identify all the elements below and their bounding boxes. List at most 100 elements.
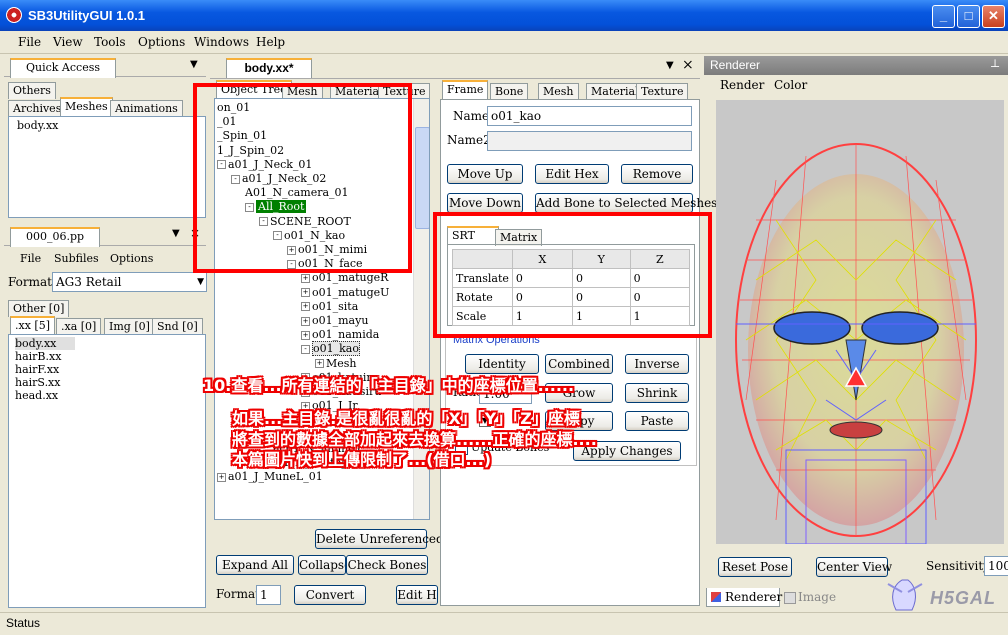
collapse-all-button[interactable]: Collapse bbox=[298, 555, 346, 575]
center-view-button[interactable]: Center View bbox=[816, 557, 892, 577]
image-icon bbox=[784, 592, 796, 604]
pp-menu-options[interactable]: Options bbox=[110, 252, 153, 265]
list-item[interactable]: body.xx bbox=[17, 119, 58, 132]
tree-node[interactable]: + o01_sita bbox=[301, 300, 358, 313]
menu-bar: File View Tools Options Windows Help bbox=[0, 31, 1008, 54]
renderer-menu-render[interactable]: Render bbox=[720, 78, 764, 92]
tree-node[interactable]: + o01_matugeR bbox=[301, 271, 388, 284]
remove-button[interactable]: Remove bbox=[621, 164, 693, 184]
list-item[interactable]: body.xx bbox=[15, 337, 75, 350]
menu-view[interactable]: View bbox=[53, 35, 83, 49]
pp-menu-subfiles[interactable]: Subfiles bbox=[54, 252, 99, 265]
tab-material-right[interactable]: Material bbox=[586, 83, 644, 100]
pp-file-list: body.xx hairB.xx hairF.xx hairS.xx head.… bbox=[8, 334, 206, 608]
highlight-box-tree bbox=[193, 83, 412, 273]
pin-icon[interactable]: ⊥ bbox=[990, 57, 1000, 70]
list-item[interactable]: hairF.xx bbox=[15, 363, 59, 376]
tab-other[interactable]: Other [0] bbox=[8, 300, 70, 317]
tab-img[interactable]: Img [0] bbox=[104, 318, 155, 335]
title-bar: SB3UtilityGUI 1.0.1 _ □ ✕ bbox=[0, 0, 1008, 31]
scrollbar-thumb[interactable] bbox=[415, 127, 429, 229]
menu-tools[interactable]: Tools bbox=[94, 35, 126, 49]
format-label: Format bbox=[8, 275, 52, 289]
delete-unreferenced-button[interactable]: Delete Unreferenced bbox=[315, 529, 444, 549]
move-down-button[interactable]: Move Down bbox=[447, 193, 523, 213]
annotation-line-1: 10.查看...所有連結的「主目錄」中的座標位置...... bbox=[203, 376, 575, 395]
format-select[interactable]: AG3 Retail ▼ bbox=[52, 272, 207, 292]
menu-help[interactable]: Help bbox=[256, 35, 285, 49]
edit-hex-frame-button[interactable]: Edit Hex bbox=[535, 164, 609, 184]
tab-mesh-right[interactable]: Mesh bbox=[538, 83, 579, 100]
close-button[interactable]: ✕ bbox=[982, 5, 1005, 28]
identity-button[interactable]: Identity bbox=[465, 354, 539, 374]
tree-node[interactable]: + a01_J_MuneL_01 bbox=[217, 470, 323, 483]
dropdown-arrow-icon[interactable]: ▼ bbox=[172, 228, 180, 239]
expand-icon[interactable]: + bbox=[301, 273, 310, 283]
tab-snd[interactable]: Snd [0] bbox=[152, 318, 203, 335]
expand-icon[interactable]: + bbox=[301, 316, 310, 326]
list-item[interactable]: hairB.xx bbox=[15, 350, 61, 363]
combined-button[interactable]: Combined bbox=[545, 354, 613, 374]
dropdown-arrow-icon[interactable]: ▼ bbox=[666, 60, 674, 71]
annotation-line-4: 本篇圖片快到上傳限制了...(借口...) bbox=[232, 450, 492, 469]
tree-node[interactable]: + o01_matugeU bbox=[301, 286, 389, 299]
add-bone-button[interactable]: Add Bone to Selected Meshes bbox=[535, 193, 717, 213]
shrink-button[interactable]: Shrink bbox=[625, 383, 689, 403]
tab-image[interactable]: Image bbox=[782, 588, 836, 606]
tab-meshes[interactable]: Meshes bbox=[60, 97, 113, 117]
editor-file-tab[interactable]: body.xx* bbox=[226, 58, 312, 78]
minimize-button[interactable]: _ bbox=[932, 5, 955, 28]
tree-node[interactable]: + o01_namida bbox=[301, 328, 379, 341]
renderer-title: Renderer bbox=[710, 58, 761, 72]
tab-bone[interactable]: Bone bbox=[490, 83, 529, 100]
tree-node-label: o01_matugeR bbox=[312, 271, 389, 285]
tab-xa[interactable]: .xa [0] bbox=[56, 318, 102, 335]
expand-icon[interactable]: + bbox=[301, 330, 310, 340]
watermark-logo: H5GAL bbox=[872, 578, 995, 612]
sensitivity-field[interactable]: 100 bbox=[984, 556, 1008, 576]
expand-all-button[interactable]: Expand All bbox=[216, 555, 294, 575]
pp-panel-header: 000_06.pp ▼ × bbox=[4, 225, 206, 247]
edit-hex-button[interactable]: Edit H bbox=[396, 585, 438, 605]
tree-node[interactable]: + Mesh bbox=[315, 357, 357, 370]
dropdown-arrow-icon[interactable]: ▼ bbox=[190, 59, 198, 70]
quick-access-tab[interactable]: Quick Access bbox=[10, 58, 116, 78]
expand-icon[interactable]: + bbox=[217, 472, 226, 482]
name-label: Name bbox=[453, 109, 490, 123]
menu-options[interactable]: Options bbox=[138, 35, 185, 49]
renderer-menu-color[interactable]: Color bbox=[774, 78, 807, 92]
move-up-button[interactable]: Move Up bbox=[447, 164, 523, 184]
close-icon[interactable]: × bbox=[682, 57, 694, 73]
chevron-down-icon: ▼ bbox=[197, 277, 204, 287]
menu-file[interactable]: File bbox=[18, 35, 41, 49]
name2-field[interactable] bbox=[487, 131, 692, 151]
expand-icon[interactable]: + bbox=[301, 288, 310, 298]
tab-animations[interactable]: Animations bbox=[110, 100, 183, 117]
pp-menu-file[interactable]: File bbox=[20, 252, 41, 265]
tab-xx[interactable]: .xx [5] bbox=[10, 316, 55, 336]
maximize-button[interactable]: □ bbox=[957, 5, 980, 28]
reset-pose-button[interactable]: Reset Pose bbox=[718, 557, 792, 577]
list-item[interactable]: hairS.xx bbox=[15, 376, 60, 389]
tab-others[interactable]: Others bbox=[8, 82, 56, 99]
editor-format-field[interactable]: 1 bbox=[256, 585, 281, 605]
pp-file-tab[interactable]: 000_06.pp bbox=[10, 227, 100, 247]
menu-windows[interactable]: Windows bbox=[194, 35, 249, 49]
tab-texture-right[interactable]: Texture bbox=[636, 83, 689, 100]
collapse-icon[interactable]: - bbox=[301, 344, 310, 354]
tab-archives[interactable]: Archives bbox=[8, 100, 67, 117]
paste-button[interactable]: Paste bbox=[625, 411, 689, 431]
tab-renderer[interactable]: Renderer bbox=[706, 588, 782, 607]
tree-node[interactable]: - o01_kao bbox=[301, 341, 360, 357]
list-item[interactable]: head.xx bbox=[15, 389, 58, 402]
tree-node[interactable]: + o01_mayu bbox=[301, 314, 368, 327]
renderer-viewport[interactable] bbox=[716, 100, 1004, 544]
inverse-button[interactable]: Inverse bbox=[625, 354, 689, 374]
expand-icon[interactable]: + bbox=[301, 302, 310, 312]
tab-frame[interactable]: Frame bbox=[442, 80, 489, 100]
expand-icon[interactable]: + bbox=[315, 359, 324, 369]
convert-button[interactable]: Convert bbox=[294, 585, 366, 605]
check-bones-button[interactable]: Check Bones bbox=[346, 555, 428, 575]
quick-access-list: body.xx bbox=[8, 116, 206, 218]
name-field[interactable]: o01_kao bbox=[487, 106, 692, 126]
